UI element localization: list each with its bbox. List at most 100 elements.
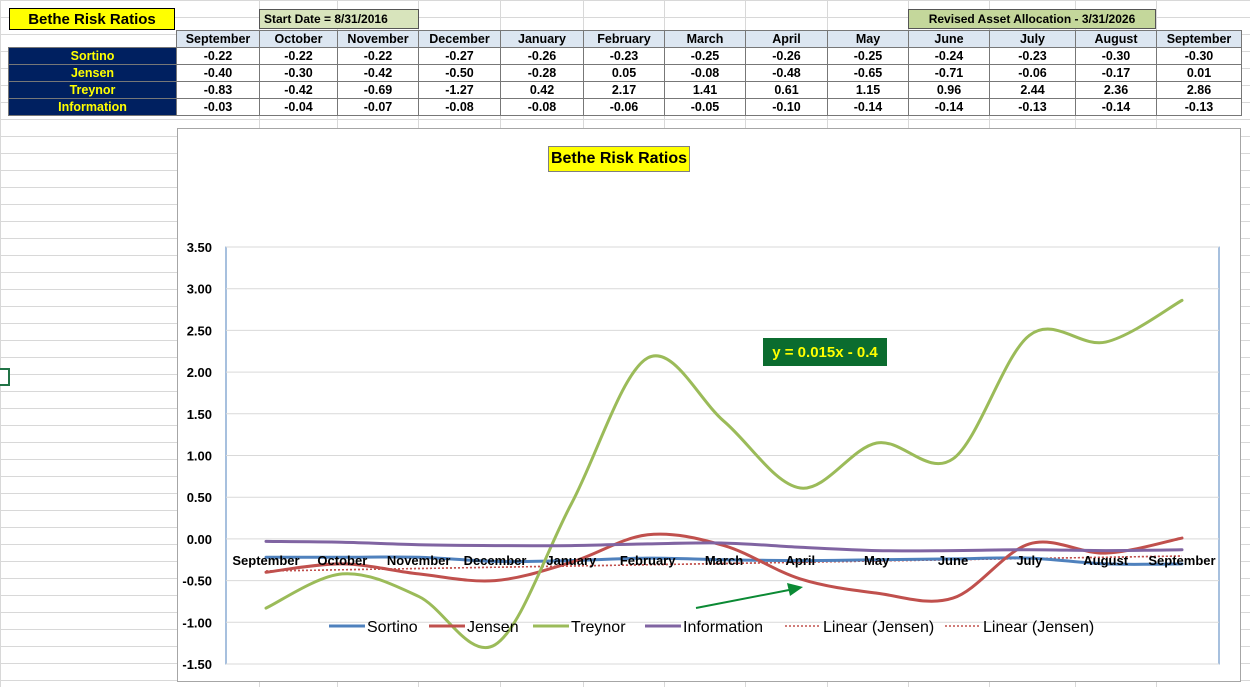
column-header[interactable]: June <box>908 30 990 48</box>
legend-label: Information <box>683 619 763 636</box>
y-tick-label: 2.00 <box>187 365 212 380</box>
column-header[interactable]: March <box>664 30 746 48</box>
x-tick-label: February <box>620 553 676 568</box>
table-cell[interactable]: -0.42 <box>337 64 419 82</box>
x-tick-label: May <box>864 553 890 568</box>
row-label[interactable]: Treynor <box>8 81 177 99</box>
table-cell[interactable]: -0.13 <box>989 98 1076 116</box>
table-cell[interactable]: -0.27 <box>418 47 501 65</box>
x-tick-label: December <box>464 553 527 568</box>
table-cell[interactable]: -0.13 <box>1156 98 1242 116</box>
table-cell[interactable]: -0.50 <box>418 64 501 82</box>
table-cell[interactable]: 0.01 <box>1156 64 1242 82</box>
start-date-cell[interactable]: Start Date = 8/31/2016 <box>259 9 419 29</box>
line-chart[interactable]: 3.50 3.00 2.50 2.00 1.50 1.00 0.50 0.00 -0.50 -1.… <box>177 128 1241 682</box>
column-header[interactable]: September <box>176 30 260 48</box>
table-cell[interactable]: -0.69 <box>337 81 419 99</box>
chart-title[interactable]: Bethe Risk Ratios <box>548 146 690 172</box>
table-cell[interactable]: 2.44 <box>989 81 1076 99</box>
revised-allocation-cell[interactable]: Revised Asset Allocation - 3/31/2026 <box>908 9 1156 29</box>
column-header[interactable]: October <box>259 30 338 48</box>
table-cell[interactable]: 2.86 <box>1156 81 1242 99</box>
table-cell[interactable]: 0.96 <box>908 81 990 99</box>
table-cell[interactable]: -0.08 <box>418 98 501 116</box>
column-header[interactable]: November <box>337 30 419 48</box>
sheet-title[interactable]: Bethe Risk Ratios <box>9 8 175 30</box>
table-cell[interactable]: -0.30 <box>1075 47 1157 65</box>
table-cell[interactable]: 0.61 <box>745 81 828 99</box>
table-cell[interactable]: -0.71 <box>908 64 990 82</box>
row-label[interactable]: Sortino <box>8 47 177 65</box>
column-header[interactable]: February <box>583 30 665 48</box>
legend-label: Linear (Jensen) <box>823 619 934 636</box>
table-cell[interactable]: 1.15 <box>827 81 909 99</box>
table-cell[interactable]: -0.30 <box>1156 47 1242 65</box>
table-cell[interactable]: 0.42 <box>500 81 584 99</box>
table-cell[interactable]: -0.04 <box>259 98 338 116</box>
x-tick-label: September <box>232 553 299 568</box>
table-header-row: September October November December Janu… <box>9 30 1242 48</box>
table-cell[interactable]: -0.22 <box>337 47 419 65</box>
x-tick-label: June <box>938 553 968 568</box>
table-cell[interactable]: -0.24 <box>908 47 990 65</box>
legend-label: Sortino <box>367 619 418 636</box>
x-tick-label: January <box>546 553 597 568</box>
y-tick-label: 0.50 <box>187 490 212 505</box>
selected-cell-marker <box>0 368 10 386</box>
table-cell[interactable]: -0.08 <box>664 64 746 82</box>
column-header[interactable]: May <box>827 30 909 48</box>
column-header[interactable]: January <box>500 30 584 48</box>
table-cell[interactable]: -0.06 <box>989 64 1076 82</box>
table-cell[interactable]: -0.14 <box>1075 98 1157 116</box>
table-cell[interactable]: -0.22 <box>259 47 338 65</box>
table-cell[interactable]: -0.42 <box>259 81 338 99</box>
table-cell[interactable]: -0.83 <box>176 81 260 99</box>
table-cell[interactable]: -0.65 <box>827 64 909 82</box>
table-cell[interactable]: -0.10 <box>745 98 828 116</box>
table-cell[interactable]: -1.27 <box>418 81 501 99</box>
table-cell[interactable]: -0.06 <box>583 98 665 116</box>
column-header[interactable]: December <box>418 30 501 48</box>
table-cell[interactable]: -0.14 <box>827 98 909 116</box>
series-line-treynor <box>264 298 1184 649</box>
row-label[interactable]: Information <box>8 98 177 116</box>
table-cell[interactable]: 2.36 <box>1075 81 1157 99</box>
x-tick-label: March <box>705 553 743 568</box>
table-cell[interactable]: -0.05 <box>664 98 746 116</box>
x-tick-label: October <box>317 553 367 568</box>
table-cell[interactable]: -0.26 <box>745 47 828 65</box>
table-row: Treynor -0.83 -0.42 -0.69 -1.27 0.42 2.1… <box>8 81 1242 99</box>
legend-label: Jensen <box>467 619 519 636</box>
table-cell[interactable]: 1.41 <box>664 81 746 99</box>
table-cell[interactable]: -0.30 <box>259 64 338 82</box>
row-label[interactable]: Jensen <box>8 64 177 82</box>
y-tick-label: 3.00 <box>187 282 212 297</box>
y-tick-label: 1.00 <box>187 449 212 464</box>
table-cell[interactable]: 0.05 <box>583 64 665 82</box>
table-cell[interactable]: -0.22 <box>176 47 260 65</box>
column-header[interactable]: September <box>1156 30 1242 48</box>
table-cell[interactable]: -0.40 <box>176 64 260 82</box>
y-tick-label: -1.00 <box>182 615 212 630</box>
x-tick-label: August <box>1083 553 1128 568</box>
table-cell[interactable]: -0.14 <box>908 98 990 116</box>
table-cell[interactable]: -0.23 <box>989 47 1076 65</box>
y-tick-label: -1.50 <box>182 657 212 672</box>
table-cell[interactable]: -0.48 <box>745 64 828 82</box>
table-cell[interactable]: -0.07 <box>337 98 419 116</box>
table-cell[interactable]: -0.23 <box>583 47 665 65</box>
trendline-equation[interactable]: y = 0.015x - 0.4 <box>763 338 887 366</box>
table-cell[interactable]: -0.17 <box>1075 64 1157 82</box>
table-cell[interactable]: -0.28 <box>500 64 584 82</box>
table-cell[interactable]: 2.17 <box>583 81 665 99</box>
table-cell[interactable]: -0.25 <box>827 47 909 65</box>
table-cell[interactable]: -0.08 <box>500 98 584 116</box>
column-header[interactable]: August <box>1075 30 1157 48</box>
x-tick-label: September <box>1148 553 1215 568</box>
column-header[interactable]: July <box>989 30 1076 48</box>
column-header[interactable]: April <box>745 30 828 48</box>
table-row: Sortino -0.22 -0.22 -0.22 -0.27 -0.26 -0… <box>8 47 1242 65</box>
table-cell[interactable]: -0.25 <box>664 47 746 65</box>
table-cell[interactable]: -0.03 <box>176 98 260 116</box>
table-cell[interactable]: -0.26 <box>500 47 584 65</box>
